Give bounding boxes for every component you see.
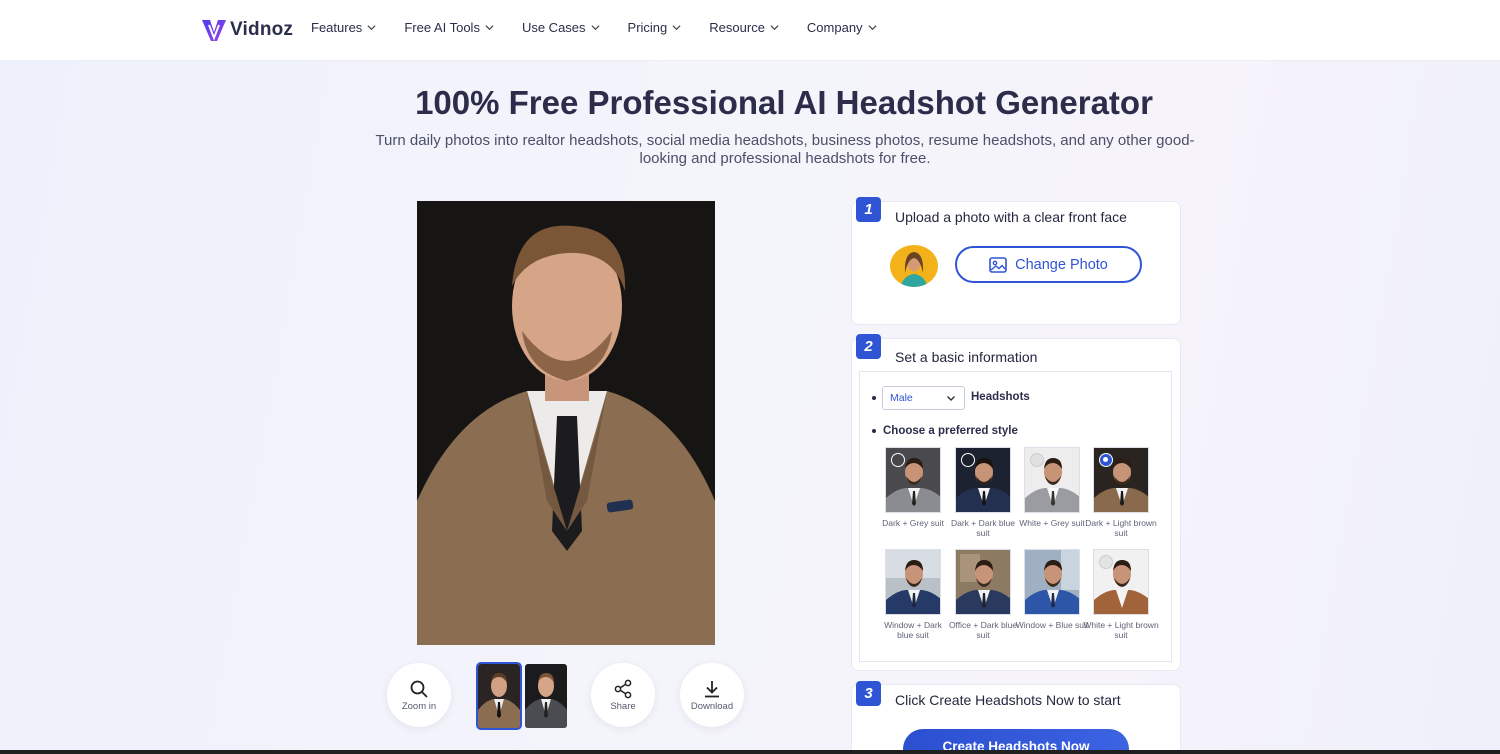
style-label: Window + Blue suit — [1015, 620, 1089, 630]
style-label: Dark + Dark blue suit — [950, 518, 1015, 538]
style-label: Window + Dark blue suit — [884, 620, 942, 640]
download-icon — [705, 680, 719, 697]
step2-title: Set a basic information — [895, 349, 1038, 365]
style-option-office-darkblue[interactable] — [955, 549, 1011, 615]
style-option-dark-darkblue[interactable] — [955, 447, 1011, 513]
style-option-dark-grey[interactable] — [885, 447, 941, 513]
style-option-dark-lightbrown[interactable] — [1093, 447, 1149, 513]
chevron-down-icon — [591, 25, 600, 31]
vidnoz-logo-icon — [202, 20, 226, 41]
image-icon — [989, 256, 1007, 273]
nav-item-resource[interactable]: Resource — [709, 20, 779, 35]
chevron-down-icon — [672, 25, 681, 31]
style-option-white-lightbrown[interactable] — [1093, 549, 1149, 615]
page-subtitle: Turn daily photos into realtor headshots… — [375, 132, 1195, 167]
nav-item-free-ai-tools[interactable]: Free AI Tools — [404, 20, 494, 35]
nav-label: Use Cases — [521, 20, 586, 35]
zoom-in-button[interactable]: Zoom in — [387, 663, 451, 727]
nav-label: Company — [806, 20, 863, 35]
step1-number: 1 — [856, 197, 881, 222]
style-radio[interactable] — [1030, 453, 1044, 467]
page-title: 100% Free Professional AI Headshot Gener… — [415, 84, 1153, 121]
nav-item-features[interactable]: Features — [311, 20, 376, 35]
style-option-window-darkblue[interactable] — [885, 549, 941, 615]
search-icon — [410, 680, 428, 698]
style-label: Dark + Light brown suit — [1085, 518, 1157, 538]
share-label: Share — [610, 700, 636, 712]
bullet — [872, 396, 876, 400]
style-radio[interactable] — [1099, 555, 1113, 569]
nav-item-company[interactable]: Company — [807, 20, 877, 35]
style-heading: Choose a preferred style — [883, 425, 1018, 437]
nav-item-pricing[interactable]: Pricing — [628, 20, 682, 35]
style-option-window-blue[interactable] — [1024, 549, 1080, 615]
change-photo-button[interactable]: Change Photo — [955, 246, 1142, 283]
brand-name: Vidnoz — [230, 19, 294, 40]
style-label: Dark + Grey suit — [882, 518, 944, 528]
share-icon — [614, 679, 632, 698]
style-radio[interactable] — [961, 453, 975, 467]
style-radio-selected[interactable] — [1099, 453, 1113, 467]
step2-number: 2 — [856, 334, 881, 359]
nav-label: Features — [311, 20, 363, 35]
share-button[interactable]: Share — [591, 663, 655, 727]
vidnoz-logo[interactable]: Vidnoz — [200, 16, 293, 44]
step3-title: Click Create Headshots Now to start — [895, 692, 1121, 708]
step1-title: Upload a photo with a clear front face — [895, 209, 1127, 225]
gender-select-value: Male — [890, 392, 913, 404]
uploaded-photo-avatar[interactable] — [890, 245, 938, 287]
bottom-edge — [0, 750, 1500, 754]
top-navigation-bar: Vidnoz Features Free AI Tools Use Cases … — [0, 0, 1500, 61]
chevron-down-icon — [770, 25, 779, 31]
headshot-preview-image — [417, 201, 715, 645]
zoom-in-label: Zoom in — [401, 700, 437, 712]
download-label: Download — [690, 700, 734, 712]
result-thumbnail-2[interactable] — [525, 664, 567, 728]
style-label: Office + Dark blue suit — [948, 620, 1018, 640]
style-radio[interactable] — [891, 453, 905, 467]
bullet — [872, 429, 876, 433]
chevron-down-icon — [947, 396, 955, 401]
nav-label: Resource — [709, 20, 765, 35]
download-button[interactable]: Download — [680, 663, 744, 727]
main-nav: Features Free AI Tools Use Cases Pricing… — [311, 20, 905, 35]
step2-options-panel — [859, 371, 1172, 662]
style-option-white-grey[interactable] — [1024, 447, 1080, 513]
result-thumbnail-1[interactable] — [476, 662, 522, 730]
step3-number: 3 — [856, 681, 881, 706]
chevron-down-icon — [868, 25, 877, 31]
headshots-label: Headshots — [971, 391, 1030, 403]
chevron-down-icon — [485, 25, 494, 31]
gender-select[interactable]: Male — [882, 386, 965, 410]
chevron-down-icon — [367, 25, 376, 31]
style-label: White + Grey suit — [1019, 518, 1085, 528]
style-label: White + Light brown suit — [1083, 620, 1159, 640]
nav-label: Free AI Tools — [404, 20, 480, 35]
change-photo-label: Change Photo — [1015, 256, 1108, 273]
nav-item-use-cases[interactable]: Use Cases — [522, 20, 600, 35]
nav-label: Pricing — [627, 20, 668, 35]
